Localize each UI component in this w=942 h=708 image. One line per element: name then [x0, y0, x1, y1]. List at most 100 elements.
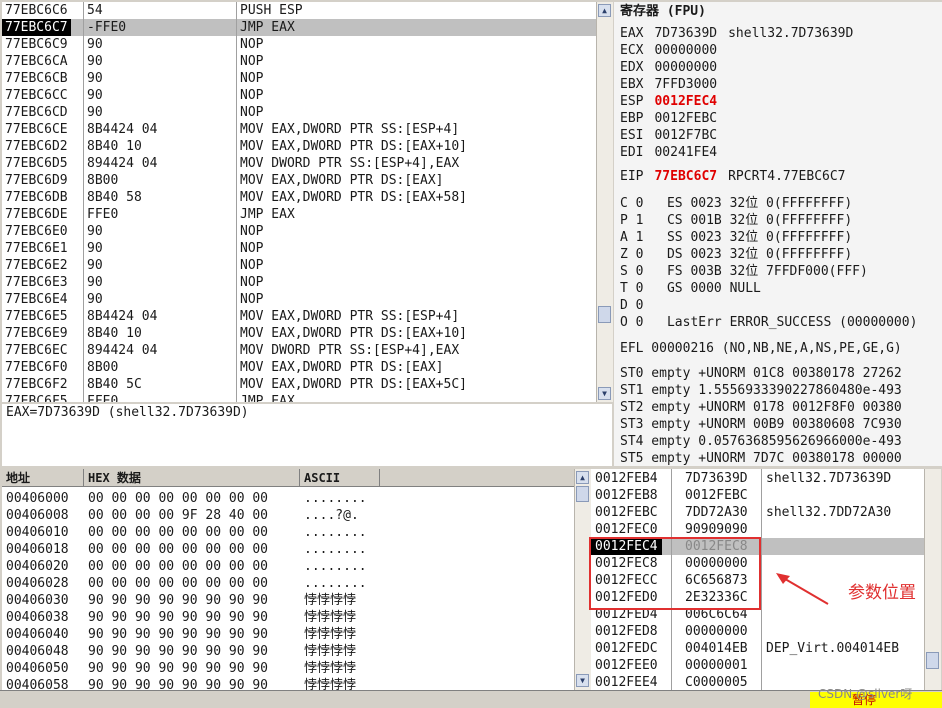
stack-address: 0012FEBC [595, 505, 658, 520]
disasm-row[interactable]: 77EBC6CA 90 NOP [2, 53, 596, 70]
disasm-address: 77EBC6F5 [5, 394, 68, 402]
stack-scrollbar[interactable] [924, 469, 941, 690]
scroll-up-icon[interactable]: ▲ [576, 471, 589, 484]
dump-row[interactable]: 00406018 00 00 00 00 00 00 00 00........ [2, 541, 575, 558]
dump-row[interactable]: 00406030 90 90 90 90 90 90 90 90 悖悖悖悖 [2, 592, 575, 609]
disasm-row[interactable]: 77EBC6E1 90 NOP [2, 240, 596, 257]
dump-row[interactable]: 00406040 90 90 90 90 90 90 90 90 悖悖悖悖 [2, 626, 575, 643]
disasm-row[interactable]: 77EBC6D2 8B40 10 MOV EAX,DWORD PTR DS:[EAX… [2, 138, 596, 155]
disasm-row[interactable]: 77EBC6E9 8B40 10 MOV EAX,DWORD PTR DS:[EAX… [2, 325, 596, 342]
disasm-row[interactable]: 77EBC6D5 894424 04 MOV DWORD PTR SS:[ESP+4… [2, 155, 596, 172]
scroll-down-icon[interactable]: ▼ [598, 387, 611, 400]
dump-row[interactable]: 00406000 00 00 00 00 00 00 00 00........ [2, 490, 575, 507]
disasm-instruction: NOP [240, 275, 264, 290]
dump-ascii: ........ [304, 559, 367, 574]
disasm-row[interactable]: 77EBC6DB 8B40 58 MOV EAX,DWORD PTR DS:[EAX… [2, 189, 596, 206]
dump-row[interactable]: 00406058 90 90 90 90 90 90 90 90 悖悖悖悖 [2, 677, 575, 690]
dump-address: 00406018 [6, 542, 69, 557]
register-row[interactable]: EBP 0012FEBC [620, 110, 853, 127]
dump-hex: 90 90 90 90 90 90 90 90 [88, 661, 269, 676]
scroll-up-icon[interactable]: ▲ [598, 4, 611, 17]
fpu-row[interactable]: ST3 empty +UNORM 00B9 00380608 7C930 [620, 416, 902, 433]
stack-row[interactable]: 0012FEDC 004014EB DEP_Virt.004014EB [591, 640, 924, 657]
disasm-row[interactable]: 77EBC6C6 54 PUSH ESP [2, 2, 596, 19]
flag-row[interactable]: P 1 CS 001B 32位 0(FFFFFFFF) [620, 212, 917, 229]
disasm-row[interactable]: 77EBC6CC 90 NOP [2, 87, 596, 104]
disasm-row[interactable]: 77EBC6F0 8B00 MOV EAX,DWORD PTR DS:[EAX] [2, 359, 596, 376]
dump-header-ascii[interactable]: ASCII [300, 469, 380, 487]
registers-pane[interactable]: 寄存器 (FPU) EAX 7D73639D shell32.7D73639D ECX… [614, 2, 942, 466]
dump-row[interactable]: 00406028 00 00 00 00 00 00 00 00........ [2, 575, 575, 592]
flag-row[interactable]: D 0 [620, 297, 917, 314]
dump-row[interactable]: 00406010 00 00 00 00 00 00 00 00........ [2, 524, 575, 541]
disasm-row[interactable]: 77EBC6F2 8B40 5C MOV EAX,DWORD PTR DS:[EAX… [2, 376, 596, 393]
dump-row[interactable]: 00406048 90 90 90 90 90 90 90 90 悖悖悖悖 [2, 643, 575, 660]
stack-row[interactable]: 0012FEBC 7DD72A30 shell32.7DD72A30 [591, 504, 924, 521]
fpu-row[interactable]: ST2 empty +UNORM 0178 0012F8F0 00380 [620, 399, 902, 416]
dump-header-hex[interactable]: HEX 数据 [84, 469, 300, 487]
stack-row[interactable]: 0012FEB4 7D73639D shell32.7D73639D [591, 470, 924, 487]
disassembly-pane[interactable]: 77EBC6C6 54 PUSH ESP 77EBC6C7 -FFE0 JMP EAX 77… [2, 2, 596, 402]
flag-row[interactable]: S 0 FS 003B 32位 7FFDF000(FFF) [620, 263, 917, 280]
stack-comment: shell32.7D73639D [766, 471, 892, 486]
flag-row[interactable]: Z 0 DS 0023 32位 0(FFFFFFFF) [620, 246, 917, 263]
fpu-row[interactable]: ST5 empty +UNORM 7D7C 00380178 00000 [620, 450, 902, 466]
fpu-row[interactable]: ST4 empty 0.0576368595626966000e-493 [620, 433, 902, 450]
disasm-row[interactable]: 77EBC6CE 8B4424 04 MOV EAX,DWORD PTR SS:[E… [2, 121, 596, 138]
flag-row[interactable]: O 0 LastErr ERROR_SUCCESS (00000000) [620, 314, 917, 331]
disasm-row[interactable]: 77EBC6E0 90 NOP [2, 223, 596, 240]
dump-address: 00406040 [6, 627, 69, 642]
register-row[interactable]: EAX 7D73639D shell32.7D73639D [620, 25, 853, 42]
disasm-row[interactable]: 77EBC6F5 FFE0 JMP EAX [2, 393, 596, 402]
register-row[interactable]: EDI 00241FE4 [620, 144, 853, 161]
flag-row[interactable]: T 0 GS 0000 NULL [620, 280, 917, 297]
disasm-row[interactable]: 77EBC6DE FFE0 JMP EAX [2, 206, 596, 223]
disasm-instruction: MOV EAX,DWORD PTR DS:[EAX+10] [240, 139, 467, 154]
flag-row[interactable]: A 1 SS 0023 32位 0(FFFFFFFF) [620, 229, 917, 246]
scroll-thumb[interactable] [926, 652, 939, 669]
dump-row[interactable]: 00406008 00 00 00 00 9F 28 40 00 ....?@. [2, 507, 575, 524]
stack-row[interactable]: 0012FEE0 00000001 [591, 657, 924, 674]
dump-row[interactable]: 00406020 00 00 00 00 00 00 00 00........ [2, 558, 575, 575]
disasm-row[interactable]: 77EBC6E3 90 NOP [2, 274, 596, 291]
scroll-thumb[interactable] [576, 486, 589, 502]
register-row[interactable]: ESP 0012FEC4 [620, 93, 853, 110]
disasm-row[interactable]: 77EBC6C7 -FFE0 JMP EAX [2, 19, 596, 36]
disasm-row[interactable]: 77EBC6E5 8B4424 04 MOV EAX,DWORD PTR SS:[E… [2, 308, 596, 325]
register-row[interactable]: EBX 7FFD3000 [620, 76, 853, 93]
register-row[interactable]: ECX 00000000 [620, 42, 853, 59]
disasm-row[interactable]: 77EBC6E4 90 NOP [2, 291, 596, 308]
fpu-row[interactable]: ST0 empty +UNORM 01C8 00380178 27262 [620, 365, 902, 382]
efl-register[interactable]: EFL 00000216 (NO,NB,NE,A,NS,PE,GE,G) [620, 340, 902, 357]
eip-register[interactable]: EIP 77EBC6C7 RPCRT4.77EBC6C7 [620, 168, 846, 185]
disasm-row[interactable]: 77EBC6C9 90 NOP [2, 36, 596, 53]
disasm-hex: 8B00 [87, 173, 119, 188]
disasm-address: 77EBC6C9 [5, 37, 68, 52]
info-pane: EAX=7D73639D (shell32.7D73639D) [2, 404, 612, 466]
dump-header-address[interactable]: 地址 [2, 469, 84, 487]
disasm-row[interactable]: 77EBC6D9 8B00 MOV EAX,DWORD PTR DS:[EAX] [2, 172, 596, 189]
register-row[interactable]: EDX 00000000 [620, 59, 853, 76]
dump-row[interactable]: 00406050 90 90 90 90 90 90 90 90 悖悖悖悖 [2, 660, 575, 677]
disasm-address: 77EBC6C7 [2, 19, 71, 36]
disassembly-scrollbar[interactable]: ▲ ▼ [596, 2, 613, 402]
disasm-row[interactable]: 77EBC6CD 90 NOP [2, 104, 596, 121]
scroll-thumb[interactable] [598, 306, 611, 323]
register-row[interactable]: ESI 0012F7BC [620, 127, 853, 144]
fpu-row[interactable]: ST1 empty 1.5556933390227860480e-493 [620, 382, 902, 399]
scroll-down-icon[interactable]: ▼ [576, 674, 589, 687]
disasm-address: 77EBC6CB [5, 71, 68, 86]
disasm-address: 77EBC6E4 [5, 292, 68, 307]
register-value: 0012FEBC [654, 111, 718, 126]
disasm-row[interactable]: 77EBC6E2 90 NOP [2, 257, 596, 274]
disasm-row[interactable]: 77EBC6EC 894424 04 MOV DWORD PTR SS:[ESP+4… [2, 342, 596, 359]
dump-pane[interactable]: 地址 HEX 数据 ASCII 00406000 00 00 00 00 00 0… [2, 469, 575, 690]
dump-row[interactable]: 00406038 90 90 90 90 90 90 90 90 悖悖悖悖 [2, 609, 575, 626]
dump-header-filler [380, 469, 575, 487]
disasm-row[interactable]: 77EBC6CB 90 NOP [2, 70, 596, 87]
register-row[interactable]: EIP 77EBC6C7 RPCRT4.77EBC6C7 [620, 168, 846, 185]
stack-row[interactable]: 0012FEC0 90909090 [591, 521, 924, 538]
stack-row[interactable]: 0012FEB8 0012FEBC [591, 487, 924, 504]
stack-row[interactable]: 0012FED8 00000000 [591, 623, 924, 640]
flag-row[interactable]: C 0 ES 0023 32位 0(FFFFFFFF) [620, 195, 917, 212]
